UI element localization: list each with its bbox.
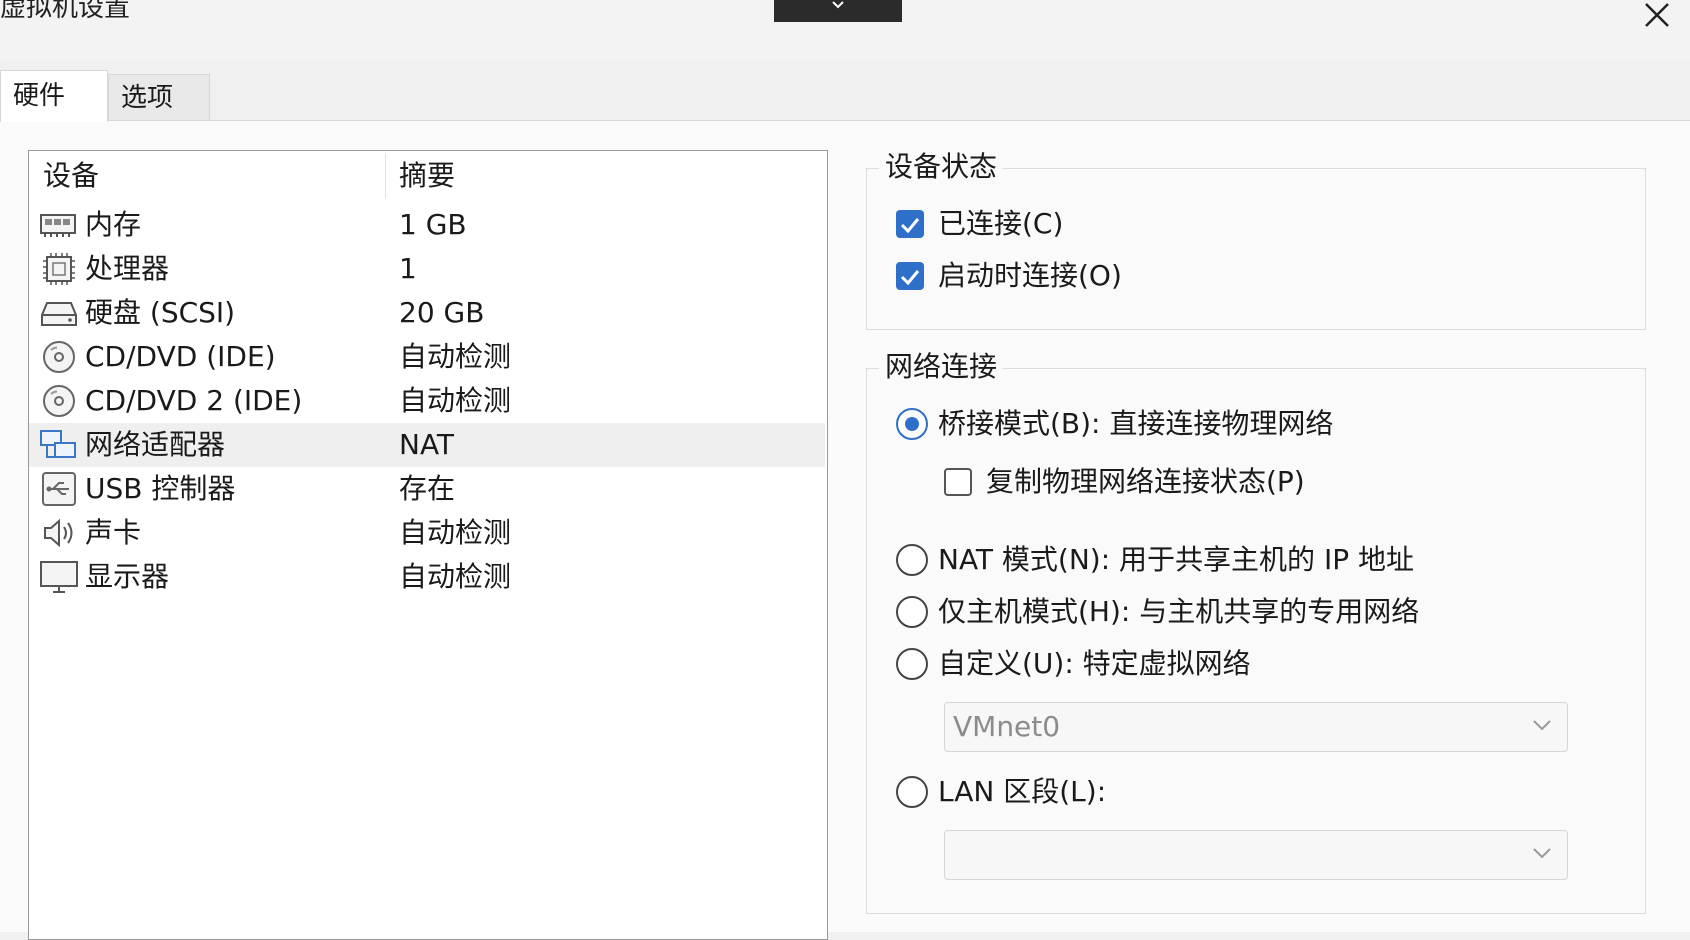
drag-handle[interactable]: [774, 0, 902, 22]
device-summary: 1 GB: [399, 208, 467, 241]
custom-network-select[interactable]: VMnet0: [944, 702, 1568, 752]
usb-icon: [42, 472, 76, 506]
device-row-memory[interactable]: 内存 1 GB: [29, 203, 825, 247]
connect-at-power-on-label: 启动时连接(O): [938, 259, 1122, 292]
device-name: USB 控制器: [85, 472, 236, 505]
device-row-cd-dvd-2[interactable]: CD/DVD 2 (IDE) 自动检测: [29, 379, 825, 423]
device-name: 声卡: [85, 516, 142, 549]
radio-unselected[interactable]: [896, 544, 928, 576]
speaker-icon: [44, 518, 73, 548]
chevron-down-icon: [1533, 720, 1551, 731]
device-list[interactable]: 设备 摘要 内存 1 GB 处理器 1 硬盘 (SCSI) 20 GB CD/D…: [28, 150, 828, 940]
tab-hardware[interactable]: 硬件: [0, 70, 108, 122]
bridged-mode-label: 桥接模式(B): 直接连接物理网络: [938, 407, 1334, 440]
device-summary: 1: [399, 252, 417, 285]
device-summary: 自动检测: [399, 516, 512, 549]
device-row-processor[interactable]: 处理器 1: [29, 247, 825, 291]
replicate-state-label: 复制物理网络连接状态(P): [986, 465, 1305, 498]
device-summary: 20 GB: [399, 296, 485, 329]
device-status-title: 设备状态: [879, 147, 1004, 187]
device-row-cd-dvd[interactable]: CD/DVD (IDE) 自动检测: [29, 335, 825, 379]
chevron-down-icon: [1533, 848, 1551, 859]
host-only-mode-label: 仅主机模式(H): 与主机共享的专用网络: [938, 595, 1420, 628]
device-name: CD/DVD (IDE): [85, 340, 276, 373]
checkbox-checked[interactable]: [896, 262, 924, 290]
device-row-sound-card[interactable]: 声卡 自动检测: [29, 511, 825, 555]
cpu-icon: [43, 253, 75, 285]
device-name: 网络适配器: [85, 428, 226, 461]
close-icon: [1645, 3, 1669, 27]
network-connection-title: 网络连接: [879, 347, 1004, 387]
device-summary: 自动检测: [399, 340, 512, 373]
checkbox-checked[interactable]: [896, 210, 924, 238]
column-header-device[interactable]: 设备: [43, 151, 383, 201]
cd-dvd-icon: [43, 385, 75, 417]
lan-segment-select[interactable]: [944, 830, 1568, 880]
radio-unselected[interactable]: [896, 596, 928, 628]
check-icon: [900, 270, 920, 286]
window-title: 虚拟机设置: [0, 0, 131, 23]
lan-segment-label: LAN 区段(L):: [938, 775, 1107, 808]
check-icon: [900, 218, 920, 234]
connected-label: 已连接(C): [938, 207, 1064, 240]
device-summary: 自动检测: [399, 384, 512, 417]
device-name: 显示器: [85, 560, 170, 593]
device-name: 处理器: [85, 252, 170, 285]
cd-dvd-icon: [43, 341, 75, 373]
network-adapter-icon: [40, 430, 76, 458]
title-bar: 虚拟机设置: [0, 0, 1690, 60]
monitor-icon: [40, 561, 78, 593]
device-name: 内存: [85, 208, 142, 241]
chevron-down-icon: [832, 1, 844, 9]
device-status-group: 设备状态: [866, 147, 1646, 330]
device-summary: 自动检测: [399, 560, 512, 593]
hard-disk-icon: [41, 302, 77, 326]
device-name: 硬盘 (SCSI): [85, 296, 236, 329]
memory-icon: [40, 214, 76, 237]
nat-mode-label: NAT 模式(N): 用于共享主机的 IP 地址: [938, 543, 1415, 576]
device-name: CD/DVD 2 (IDE): [85, 384, 303, 417]
radio-unselected[interactable]: [896, 648, 928, 680]
device-summary: 存在: [399, 472, 456, 505]
column-separator[interactable]: [385, 153, 386, 199]
custom-network-label: 自定义(U): 特定虚拟网络: [938, 647, 1251, 680]
close-button[interactable]: [1636, 0, 1676, 30]
radio-unselected[interactable]: [896, 776, 928, 808]
custom-network-value: VMnet0: [953, 710, 1061, 743]
checkbox-unchecked[interactable]: [944, 468, 972, 496]
tab-options[interactable]: 选项: [108, 74, 210, 120]
device-row-usb-controller[interactable]: USB 控制器 存在: [29, 467, 825, 511]
radio-selected[interactable]: [896, 408, 928, 440]
device-summary: NAT: [399, 428, 455, 461]
device-row-hard-disk[interactable]: 硬盘 (SCSI) 20 GB: [29, 291, 825, 335]
device-row-network-adapter[interactable]: 网络适配器 NAT: [29, 423, 825, 467]
column-header-summary[interactable]: 摘要: [399, 151, 779, 201]
device-row-display[interactable]: 显示器 自动检测: [29, 555, 825, 599]
